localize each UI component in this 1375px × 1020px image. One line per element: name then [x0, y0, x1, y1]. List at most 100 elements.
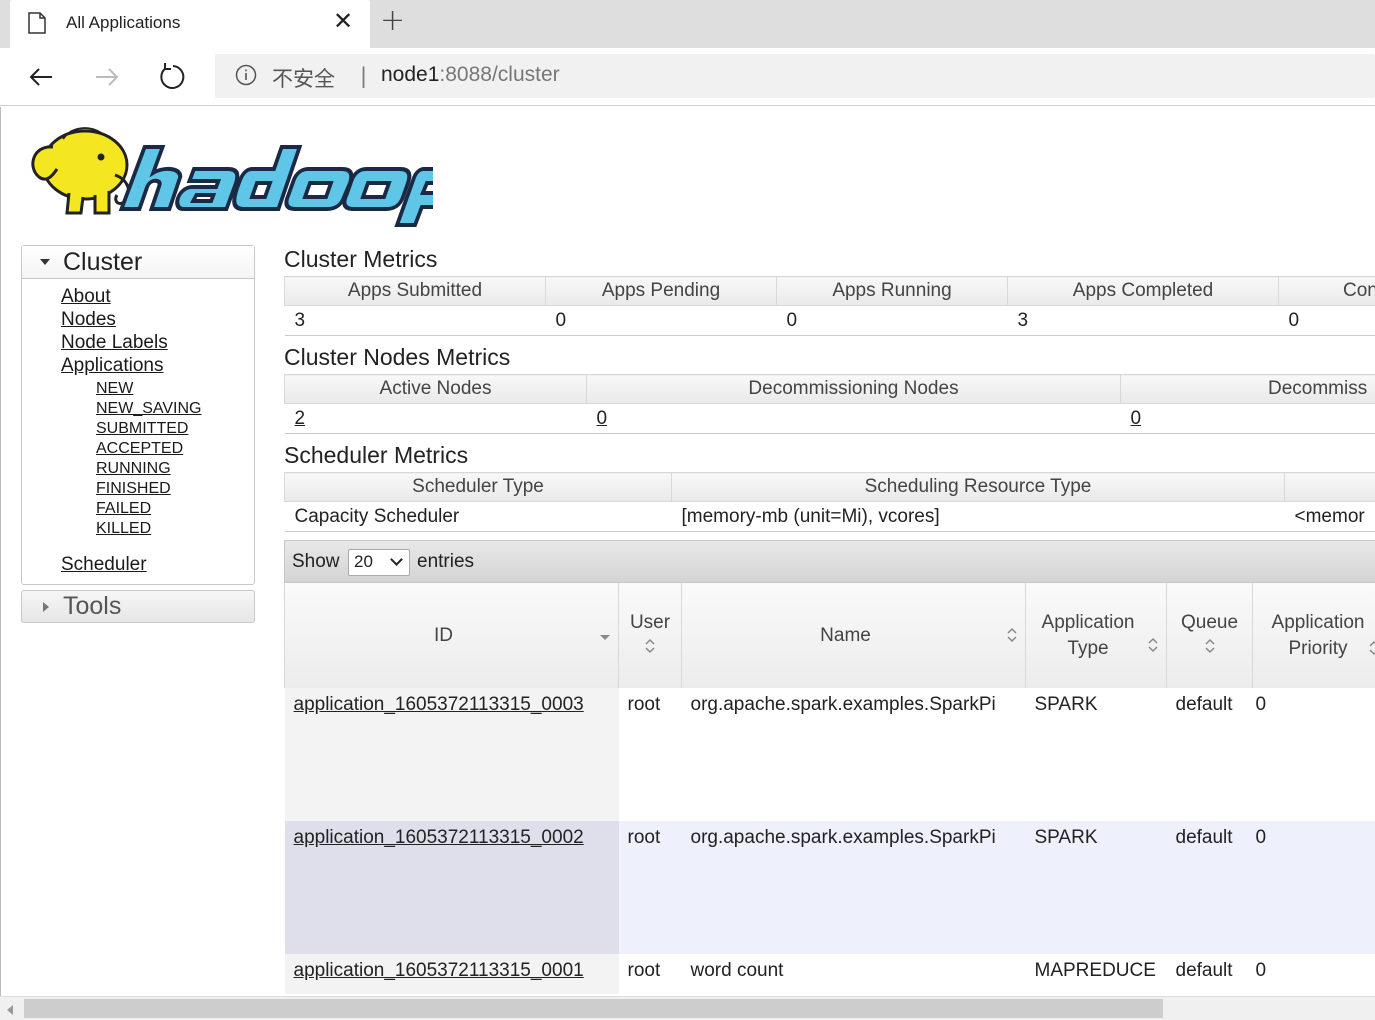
- value-active-nodes[interactable]: 2: [295, 408, 306, 429]
- value-decommissioning-nodes[interactable]: 0: [597, 408, 608, 429]
- link-state-running[interactable]: RUNNING: [96, 459, 254, 479]
- address-url[interactable]: node1:8088/cluster: [381, 63, 560, 87]
- cluster-metrics-title: Cluster Metrics: [284, 246, 438, 272]
- new-tab-icon[interactable]: +: [380, 6, 405, 36]
- header-active-nodes: Active Nodes: [284, 374, 587, 404]
- app-priority: 0: [1252, 954, 1375, 994]
- app-id-link[interactable]: application_1605372113315_0002: [294, 827, 584, 848]
- sidebar: Cluster About Nodes Node Labels Applicat…: [21, 245, 255, 623]
- column-header-user[interactable]: User: [618, 583, 682, 688]
- header-apps-completed: Apps Completed: [1007, 276, 1279, 306]
- column-header-name-label: Name: [820, 624, 871, 646]
- horizontal-scrollbar[interactable]: [0, 996, 1375, 1020]
- header-decommissioning-nodes: Decommissioning Nodes: [586, 374, 1121, 404]
- cluster-panel: Cluster About Nodes Node Labels Applicat…: [21, 245, 255, 585]
- browser-tab[interactable]: All Applications ✕: [10, 0, 370, 48]
- value-scheduling-resource-type: [memory-mb (unit=Mi), vcores]: [671, 501, 1285, 532]
- sort-icon: [1204, 638, 1215, 653]
- app-priority: 0: [1252, 688, 1375, 821]
- hadoop-logo[interactable]: [23, 117, 433, 227]
- tools-panel-label: Tools: [63, 592, 122, 620]
- link-scheduler[interactable]: Scheduler: [61, 553, 254, 576]
- scroll-left-icon[interactable]: [7, 1005, 13, 1015]
- app-name: word count: [681, 954, 1026, 994]
- tools-panel-header[interactable]: Tools: [21, 590, 255, 623]
- header-apps-pending: Apps Pending: [545, 276, 777, 306]
- value-scheduler-type: Capacity Scheduler: [284, 501, 672, 532]
- scrollbar-thumb[interactable]: [24, 999, 1163, 1018]
- page-icon: [28, 12, 46, 34]
- link-state-accepted[interactable]: ACCEPTED: [96, 439, 254, 459]
- app-name: org.apache.spark.examples.SparkPi: [681, 688, 1026, 821]
- column-header-priority[interactable]: Application Priority: [1252, 583, 1375, 688]
- column-header-name[interactable]: Name: [681, 583, 1026, 688]
- scheduler-metrics-table: Scheduler Type Scheduling Resource Type …: [284, 472, 1375, 532]
- value-min-allocation: <memor: [1284, 501, 1375, 532]
- column-header-id[interactable]: ID: [284, 583, 619, 688]
- expand-down-icon: [40, 259, 50, 265]
- sort-icon: [645, 638, 655, 653]
- forward-icon[interactable]: [90, 60, 124, 94]
- value-apps-pending: 0: [545, 305, 777, 336]
- show-label: Show: [292, 551, 340, 572]
- column-header-type[interactable]: Application Type: [1025, 583, 1167, 688]
- value-containers: 0: [1278, 305, 1375, 336]
- app-user: root: [618, 954, 682, 994]
- link-state-finished[interactable]: FINISHED: [96, 479, 254, 499]
- app-id-link[interactable]: application_1605372113315_0001: [294, 960, 584, 981]
- link-about[interactable]: About: [61, 285, 254, 308]
- sort-icon: [1007, 627, 1017, 643]
- expand-right-icon: [43, 602, 49, 612]
- link-nodes[interactable]: Nodes: [61, 308, 254, 331]
- value-apps-submitted: 3: [284, 305, 546, 336]
- link-applications[interactable]: Applications: [61, 354, 254, 377]
- insecure-label: 不安全: [272, 67, 335, 91]
- column-header-priority-label: Application Priority: [1271, 611, 1365, 659]
- cluster-metrics-table: Apps Submitted Apps Pending Apps Running…: [284, 276, 1375, 336]
- sort-desc-icon: [600, 635, 610, 640]
- refresh-icon[interactable]: [156, 60, 190, 94]
- address-bar[interactable]: 不安全 | node1:8088/cluster: [215, 54, 1375, 98]
- app-queue: default: [1166, 954, 1253, 994]
- applications-table-wrapper: Show 20 entries ID User Name Application…: [284, 540, 1375, 994]
- entries-label: entries: [417, 551, 475, 572]
- close-tab-icon[interactable]: ✕: [333, 9, 353, 33]
- main-content: Cluster Metrics Apps Submitted Apps Pend…: [284, 242, 1375, 994]
- navigation-bar: 不安全 | node1:8088/cluster: [0, 48, 1375, 106]
- link-state-failed[interactable]: FAILED: [96, 499, 254, 519]
- back-icon[interactable]: [24, 60, 58, 94]
- sort-icon: [1369, 640, 1375, 655]
- link-state-new-saving[interactable]: NEW_SAVING: [96, 399, 254, 419]
- column-header-queue[interactable]: Queue: [1166, 583, 1253, 688]
- app-type: SPARK: [1025, 821, 1167, 954]
- header-apps-running: Apps Running: [776, 276, 1008, 306]
- applications-table: ID User Name Application Type Queue Appl…: [284, 583, 1375, 994]
- app-queue: default: [1166, 821, 1253, 954]
- column-header-user-label: User: [629, 611, 671, 633]
- link-state-killed[interactable]: KILLED: [96, 519, 254, 539]
- table-row: application_1605372113315_0001 root word…: [284, 954, 1375, 994]
- column-header-queue-label: Queue: [1180, 611, 1239, 633]
- page-size-select[interactable]: 20: [348, 549, 410, 576]
- link-node-labels[interactable]: Node Labels: [61, 331, 254, 354]
- header-decommissioned-nodes: Decommiss: [1120, 374, 1375, 404]
- cluster-panel-header[interactable]: Cluster: [22, 246, 254, 279]
- app-id-link[interactable]: application_1605372113315_0003: [294, 694, 584, 715]
- info-icon[interactable]: [235, 64, 257, 86]
- header-scheduling-resource-type: Scheduling Resource Type: [671, 472, 1285, 502]
- column-header-type-label: Application Type: [1041, 611, 1135, 659]
- header-containers: Con: [1278, 276, 1375, 306]
- link-state-submitted[interactable]: SUBMITTED: [96, 419, 254, 439]
- sort-icon: [1148, 637, 1158, 653]
- column-header-id-label: ID: [434, 624, 453, 646]
- address-separator: |: [360, 64, 368, 88]
- header-min-allocation: [1284, 472, 1375, 502]
- nodes-metrics-table: Active Nodes Decommissioning Nodes Decom…: [284, 374, 1375, 434]
- app-queue: default: [1166, 688, 1253, 821]
- page-content: Cluster About Nodes Node Labels Applicat…: [0, 107, 1375, 1000]
- app-user: root: [618, 821, 682, 954]
- value-decommissioned-nodes[interactable]: 0: [1131, 408, 1142, 429]
- link-state-new[interactable]: NEW: [96, 379, 254, 399]
- address-host: node1: [381, 63, 440, 86]
- table-length-bar: Show 20 entries: [284, 540, 1375, 583]
